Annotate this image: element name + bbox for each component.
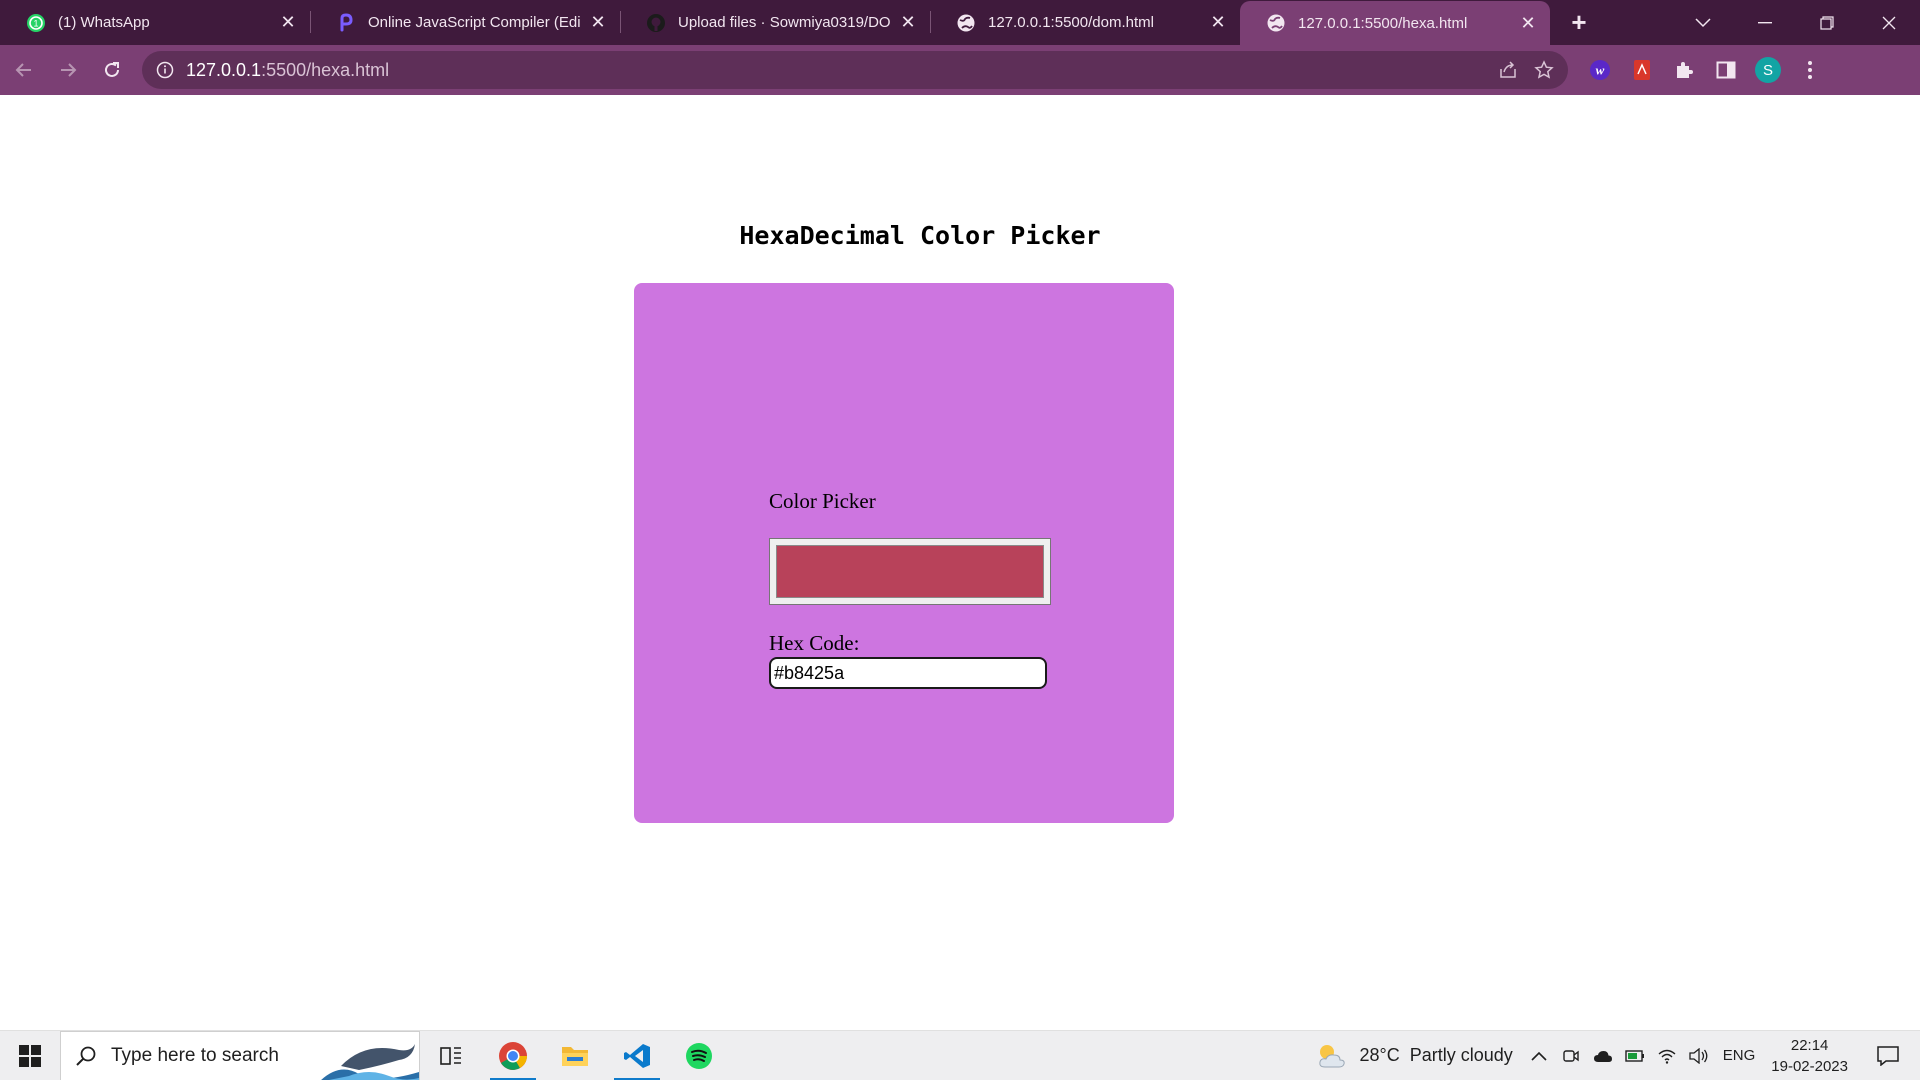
extension-w-icon[interactable]: w — [1586, 56, 1614, 84]
windows-taskbar: Type here to search 28°C Partly cloudy E… — [0, 1030, 1920, 1080]
address-bar[interactable]: 127.0.0.1:5500/hexa.html — [142, 51, 1568, 89]
forward-button[interactable] — [48, 50, 88, 90]
close-icon[interactable]: ✕ — [1208, 12, 1228, 33]
taskbar-file-explorer-icon[interactable] — [544, 1031, 606, 1080]
url-path: :5500/hexa.html — [261, 59, 390, 80]
search-placeholder: Type here to search — [111, 1044, 279, 1066]
partly-cloudy-icon — [1315, 1041, 1349, 1071]
whatsapp-icon: 1 — [26, 13, 46, 33]
input-language-indicator[interactable]: ENG — [1723, 1047, 1756, 1064]
hex-code-field[interactable] — [769, 657, 1047, 689]
search-highlight-whale-icon — [321, 1043, 419, 1080]
task-view-icon[interactable] — [420, 1031, 482, 1080]
close-icon[interactable]: ✕ — [588, 12, 608, 33]
tab-js-compiler[interactable]: Online JavaScript Compiler (Editor ✕ — [310, 0, 620, 45]
battery-icon[interactable] — [1625, 1046, 1645, 1066]
page-title: HexaDecimal Color Picker — [739, 221, 1101, 250]
close-icon[interactable]: ✕ — [898, 12, 918, 33]
weather-condition: Partly cloudy — [1409, 1045, 1513, 1065]
profile-initial: S — [1762, 61, 1773, 79]
tab-dom-html[interactable]: 127.0.0.1:5500/dom.html ✕ — [930, 0, 1240, 45]
hex-code-label: Hex Code: — [769, 631, 860, 655]
windows-start-icon[interactable] — [0, 1031, 60, 1080]
wifi-icon[interactable] — [1657, 1046, 1677, 1066]
url-host: 127.0.0.1 — [186, 59, 262, 80]
side-panel-icon[interactable] — [1712, 56, 1740, 84]
clock-time: 22:14 — [1790, 1036, 1829, 1054]
color-picker-label: Color Picker — [769, 489, 876, 513]
tab-title: (1) WhatsApp — [58, 14, 150, 31]
profile-avatar[interactable]: S — [1754, 56, 1782, 84]
tab-title: Upload files · Sowmiya0319/DOM — [678, 14, 890, 31]
share-icon[interactable] — [1498, 60, 1518, 80]
color-input[interactable] — [769, 538, 1051, 605]
notification-center-icon[interactable] — [1868, 1031, 1908, 1080]
tab-github-upload[interactable]: Upload files · Sowmiya0319/DOM ✕ — [620, 0, 930, 45]
tab-search-chevron-icon[interactable] — [1672, 0, 1734, 45]
reload-button[interactable] — [92, 50, 132, 90]
bookmark-star-icon[interactable] — [1534, 60, 1554, 80]
tab-whatsapp[interactable]: 1 (1) WhatsApp ✕ — [0, 0, 310, 45]
site-info-icon[interactable] — [156, 61, 174, 79]
system-clock[interactable]: 22:14 19-02-2023 — [1771, 1035, 1848, 1077]
clock-date: 19-02-2023 — [1771, 1057, 1848, 1075]
tab-title: Online JavaScript Compiler (Editor — [368, 14, 580, 31]
weather-widget[interactable]: 28°C Partly cloudy — [1315, 1041, 1513, 1071]
weather-temperature: 28°C — [1359, 1045, 1400, 1065]
selected-color-swatch — [776, 545, 1044, 598]
tab-title: 127.0.0.1:5500/dom.html — [988, 14, 1154, 31]
onedrive-cloud-icon[interactable] — [1593, 1046, 1613, 1066]
svg-text:w: w — [1596, 63, 1605, 78]
new-tab-button[interactable]: + — [1550, 0, 1608, 45]
more-menu-icon[interactable] — [1796, 56, 1824, 84]
taskbar-search-box[interactable]: Type here to search — [60, 1030, 420, 1080]
minimize-button[interactable] — [1734, 0, 1796, 45]
close-icon[interactable]: ✕ — [278, 12, 298, 33]
restore-button[interactable] — [1796, 0, 1858, 45]
volume-icon[interactable] — [1689, 1046, 1709, 1066]
tab-title: 127.0.0.1:5500/hexa.html — [1298, 14, 1468, 32]
programiz-icon — [336, 12, 356, 33]
taskbar-spotify-icon[interactable] — [668, 1031, 730, 1080]
taskbar-chrome-icon[interactable] — [482, 1031, 544, 1080]
search-icon — [75, 1045, 97, 1067]
github-icon — [646, 13, 666, 33]
extensions-puzzle-icon[interactable] — [1670, 56, 1698, 84]
browser-toolbar: 127.0.0.1:5500/hexa.html w S — [0, 45, 1920, 95]
pdf-extension-icon[interactable] — [1628, 56, 1656, 84]
close-icon[interactable]: ✕ — [1518, 13, 1538, 33]
meet-now-icon[interactable] — [1561, 1046, 1581, 1066]
browser-tab-bar: 1 (1) WhatsApp ✕ Online JavaScript Compi… — [0, 0, 1920, 45]
show-hidden-icons-chevron-icon[interactable] — [1529, 1046, 1549, 1066]
globe-icon — [1266, 13, 1286, 33]
close-window-button[interactable] — [1858, 0, 1920, 45]
tab-hexa-html[interactable]: 127.0.0.1:5500/hexa.html ✕ — [1240, 1, 1550, 45]
color-picker-card: Color Picker Hex Code: — [634, 283, 1174, 823]
svg-text:1: 1 — [33, 18, 38, 28]
globe-icon — [956, 13, 976, 33]
back-button[interactable] — [4, 50, 44, 90]
taskbar-vscode-icon[interactable] — [606, 1031, 668, 1080]
